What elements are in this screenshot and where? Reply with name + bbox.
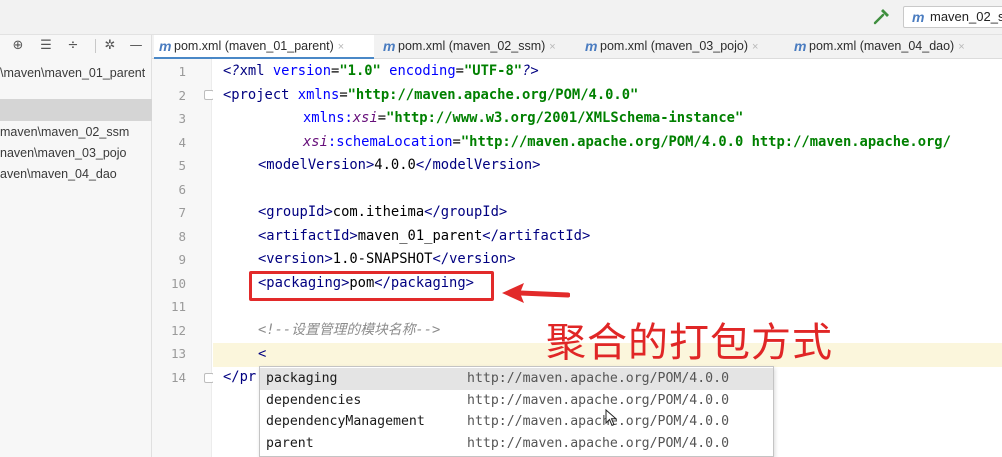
run-configuration-select[interactable]: m maven_02_s bbox=[903, 6, 1002, 28]
project-tree-item[interactable]: maven\maven_02_ssm bbox=[0, 121, 129, 143]
line-number: 11 bbox=[170, 299, 186, 314]
minimize-icon[interactable]: — bbox=[128, 38, 144, 54]
close-icon[interactable]: × bbox=[752, 41, 758, 53]
line-number: 7 bbox=[178, 205, 186, 220]
tab-label: pom.xml (maven_04_dao) bbox=[809, 39, 955, 53]
line-number: 14 bbox=[170, 369, 186, 385]
line-number: 12 bbox=[170, 322, 186, 338]
line-number: 6 bbox=[178, 181, 186, 197]
code-line-4: xsi:schemaLocation="http://maven.apache.… bbox=[303, 133, 951, 150]
maven-file-icon: m bbox=[159, 38, 172, 54]
autocomplete-popup: packaging http://maven.apache.org/POM/4.0… bbox=[259, 366, 774, 457]
code-line-7: <groupId>com.itheima</groupId> bbox=[258, 204, 508, 220]
project-panel: ⊕ ☰ ÷ ✲ — \maven\maven_01_parent maven\m… bbox=[0, 35, 152, 457]
code-line-2: <project xmlns="http://maven.apache.org/… bbox=[223, 86, 639, 103]
line-number: 3 bbox=[178, 111, 186, 126]
suggestion-item[interactable]: parent http://maven.apache.org/POM/4.0.0 bbox=[260, 433, 773, 455]
editor-tabs: m pom.xml (maven_01_parent) × m pom.xml (ma… bbox=[152, 35, 1002, 59]
mouse-cursor-icon bbox=[605, 409, 617, 427]
tab-label: pom.xml (maven_01_parent) bbox=[174, 39, 334, 53]
hammer-icon[interactable] bbox=[872, 8, 892, 26]
maven-file-icon: m bbox=[585, 38, 598, 54]
tab-pom-maven-01-parent[interactable]: m pom.xml (maven_01_parent) × bbox=[154, 35, 374, 59]
code-line-3: xmlns:xsi="http://www.w3.org/2001/XMLSch… bbox=[303, 110, 744, 126]
arrow-icon bbox=[502, 283, 570, 303]
tab-pom-maven-04-dao[interactable]: m pom.xml (maven_04_dao) × bbox=[789, 35, 989, 59]
maven-file-icon: m bbox=[794, 38, 807, 54]
highlight-box bbox=[249, 271, 494, 301]
code-line-12: <!--设置管理的模块名称--> bbox=[258, 321, 441, 338]
line-number: 13 bbox=[170, 346, 186, 361]
tab-label: pom.xml (maven_03_pojo) bbox=[600, 39, 748, 53]
tab-pom-maven-02-ssm[interactable]: m pom.xml (maven_02_ssm) × bbox=[378, 35, 578, 59]
project-toolbar: ⊕ ☰ ÷ ✲ — bbox=[0, 35, 152, 59]
line-number: 4 bbox=[178, 134, 186, 150]
tab-label: pom.xml (maven_02_ssm) bbox=[398, 39, 546, 53]
maven-icon: m bbox=[912, 9, 925, 25]
code-line-1: <?xml version="1.0" encoding="UTF-8"?> bbox=[223, 63, 539, 79]
toolbar-divider bbox=[95, 39, 96, 53]
code-line-14: </pr bbox=[223, 368, 257, 385]
suggestion-item[interactable]: packaging http://maven.apache.org/POM/4.0… bbox=[260, 368, 773, 390]
close-icon[interactable]: × bbox=[549, 41, 555, 53]
code-line-9: <version>1.0-SNAPSHOT</version> bbox=[258, 251, 516, 267]
locate-icon[interactable]: ⊕ bbox=[10, 38, 26, 54]
collapse-all-icon[interactable]: ÷ bbox=[65, 38, 81, 54]
line-number-gutter: 1 2 3 4 5 6 7 8 9 10 11 12 13 14 bbox=[152, 59, 214, 457]
code-line-8: <artifactId>maven_01_parent</artifactId> bbox=[258, 227, 591, 244]
line-number: 5 bbox=[178, 158, 186, 173]
close-icon[interactable]: × bbox=[338, 41, 344, 53]
expand-all-icon[interactable]: ☰ bbox=[38, 38, 54, 54]
suggestion-item[interactable]: dependencyManagement http://maven.apache.… bbox=[260, 411, 773, 433]
tab-pom-maven-03-pojo[interactable]: m pom.xml (maven_03_pojo) × bbox=[580, 35, 786, 59]
close-icon[interactable]: × bbox=[958, 41, 964, 53]
code-line-13: < bbox=[258, 346, 267, 362]
run-configuration-label: maven_02_s bbox=[930, 9, 1002, 24]
suggestion-item[interactable]: dependencies http://maven.apache.org/POM/… bbox=[260, 390, 773, 412]
line-number: 10 bbox=[170, 275, 186, 291]
project-tree-item-selected[interactable] bbox=[0, 99, 152, 121]
line-number: 2 bbox=[178, 87, 186, 103]
line-number: 8 bbox=[178, 228, 186, 244]
code-line-5: <modelVersion>4.0.0</modelVersion> bbox=[258, 157, 541, 173]
maven-file-icon: m bbox=[383, 38, 396, 54]
line-number: 1 bbox=[178, 64, 186, 79]
gear-icon[interactable]: ✲ bbox=[102, 38, 118, 54]
top-toolbar: m maven_02_s bbox=[0, 0, 1002, 35]
project-tree-item[interactable]: aven\maven_04_dao bbox=[0, 163, 117, 185]
line-number: 9 bbox=[178, 252, 186, 267]
annotation-label: 聚合的打包方式 bbox=[546, 320, 833, 366]
project-tree-item[interactable]: naven\maven_03_pojo bbox=[0, 142, 127, 164]
project-tree-item[interactable]: \maven\maven_01_parent bbox=[0, 62, 145, 84]
